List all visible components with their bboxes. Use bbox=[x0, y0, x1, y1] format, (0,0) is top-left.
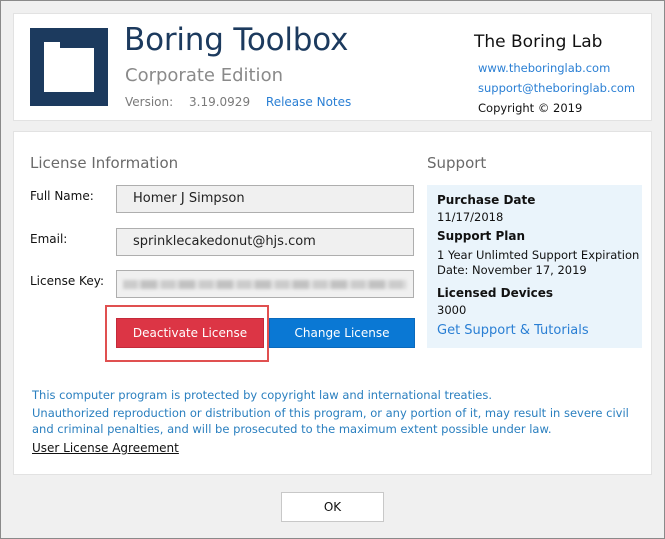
purchase-date-heading: Purchase Date bbox=[437, 193, 536, 207]
email-field[interactable]: sprinklecakedonut@hjs.com bbox=[116, 228, 414, 256]
deactivate-license-button[interactable]: Deactivate License bbox=[116, 318, 264, 348]
legal-notice-warning: Unauthorized reproduction or distributio… bbox=[32, 406, 629, 436]
user-license-agreement-link[interactable]: User License Agreement bbox=[32, 441, 179, 455]
legal-notice-copyright: This computer program is protected by co… bbox=[32, 388, 492, 402]
licensed-devices-value: 3000 bbox=[437, 303, 467, 317]
email-label: Email: bbox=[30, 232, 68, 246]
app-title: Boring Toolbox bbox=[124, 22, 349, 58]
app-edition: Corporate Edition bbox=[125, 65, 283, 86]
release-notes-link[interactable]: Release Notes bbox=[266, 95, 351, 109]
version-label: Version: bbox=[125, 95, 174, 109]
license-panel: License Information Support Full Name: H… bbox=[13, 131, 652, 475]
ok-button[interactable]: OK bbox=[281, 492, 384, 522]
support-email-link[interactable]: support@theboringlab.com bbox=[478, 81, 635, 95]
company-name: The Boring Lab bbox=[474, 32, 603, 52]
license-key-label: License Key: bbox=[30, 274, 104, 288]
purchase-date-value: 11/17/2018 bbox=[437, 210, 504, 224]
change-license-button[interactable]: Change License bbox=[269, 318, 415, 348]
support-tutorials-link[interactable]: Get Support & Tutorials bbox=[437, 323, 589, 338]
full-name-field[interactable]: Homer J Simpson bbox=[116, 185, 414, 213]
version-value: 3.19.0929 bbox=[189, 95, 251, 109]
copyright-text: Copyright © 2019 bbox=[478, 101, 583, 115]
full-name-label: Full Name: bbox=[30, 189, 94, 203]
support-section-title: Support bbox=[427, 154, 487, 172]
header-panel: Boring Toolbox Corporate Edition Version… bbox=[13, 13, 652, 121]
support-info-box: Purchase Date 11/17/2018 Support Plan 1 … bbox=[427, 185, 642, 348]
obscured-license-key bbox=[123, 280, 407, 289]
support-plan-value-line1: 1 Year Unlimted Support Expiration bbox=[437, 248, 640, 262]
license-key-field[interactable] bbox=[116, 270, 414, 298]
license-section-title: License Information bbox=[30, 154, 179, 172]
website-link[interactable]: www.theboringlab.com bbox=[478, 61, 610, 75]
square-bracket-logo-icon bbox=[30, 28, 108, 106]
licensed-devices-heading: Licensed Devices bbox=[437, 286, 554, 300]
support-plan-heading: Support Plan bbox=[437, 229, 525, 243]
version-row: Version: 3.19.0929 Release Notes bbox=[125, 95, 351, 109]
support-plan-value-line2: Date: November 17, 2019 bbox=[437, 263, 587, 277]
